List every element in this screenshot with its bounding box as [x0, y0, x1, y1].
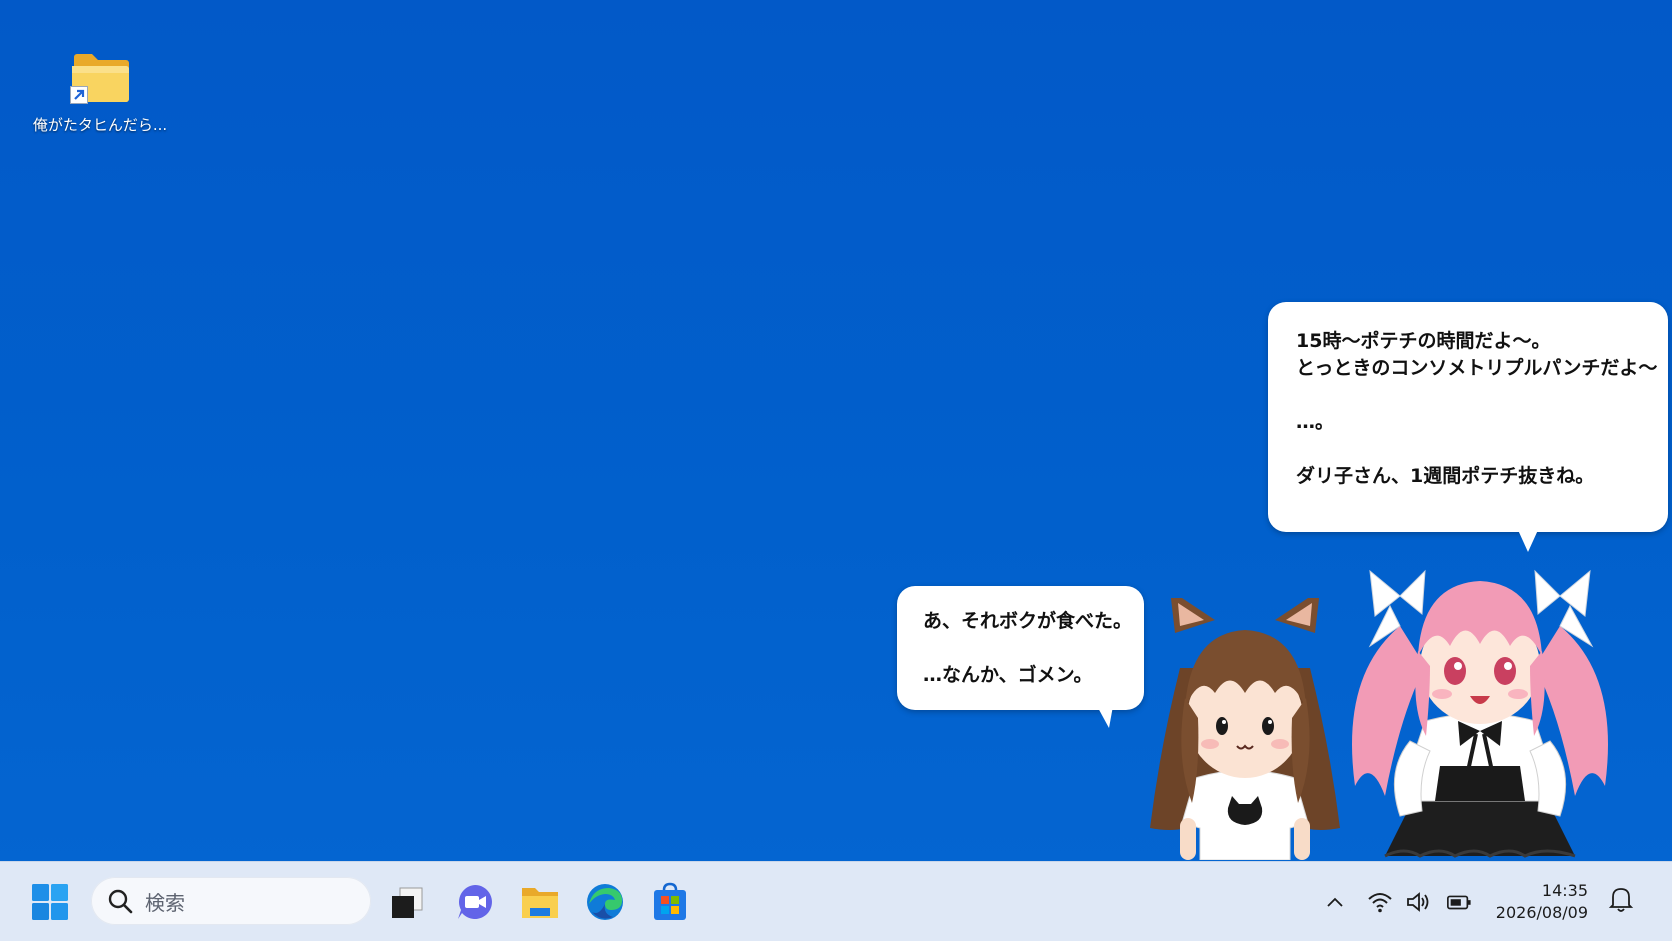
meet-button[interactable]	[455, 882, 495, 922]
search-icon	[108, 889, 133, 914]
edge-browser-button[interactable]	[585, 882, 625, 922]
shortcut-arrow-icon	[70, 86, 88, 104]
desktop-shortcut-folder[interactable]: 俺がたタヒんだら...	[28, 48, 172, 135]
speech-bubble-tail	[1097, 706, 1113, 728]
show-hidden-icons-button[interactable]	[1322, 890, 1348, 914]
cat-ear-girl-character	[1140, 590, 1350, 861]
speech-line: ダリ子さん、1週間ポテチ抜きね。	[1296, 465, 1595, 487]
task-view-button[interactable]	[387, 882, 427, 922]
task-view-icon	[392, 887, 423, 918]
start-icon	[32, 884, 68, 920]
start-button[interactable]	[30, 882, 70, 922]
speech-bubble-pink-girl: 15時〜ポテチの時間だよ〜。 とっときのコンソメトリプルパンチだよ〜 …。 ダリ…	[1268, 302, 1668, 552]
desktop-shortcut-label: 俺がたタヒんだら...	[32, 116, 168, 134]
speech-line	[1296, 382, 1640, 409]
wifi-icon	[1368, 893, 1392, 913]
system-clock[interactable]: 14:35 2026/08/09	[1488, 880, 1588, 924]
battery-icon	[1447, 895, 1471, 910]
speech-line	[1296, 436, 1640, 463]
battery-button[interactable]	[1446, 890, 1472, 914]
clock-time: 14:35	[1541, 881, 1588, 900]
speech-line: 15時〜ポテチの時間だよ〜。	[1296, 330, 1551, 352]
speech-bubble-cat-girl: あ、それボクが食べた。 …なんか、ゴメン。	[897, 586, 1144, 728]
chevron-up-icon	[1327, 897, 1343, 907]
pink-twintail-girl-character	[1330, 556, 1630, 860]
notifications-button[interactable]	[1608, 887, 1634, 912]
folder-icon	[70, 48, 130, 104]
volume-button[interactable]	[1406, 890, 1432, 914]
file-explorer-icon	[522, 888, 558, 918]
edge-icon	[587, 884, 623, 920]
speech-line: とっときのコンソメトリプルパンチだよ〜	[1296, 357, 1658, 379]
store-icon	[654, 882, 686, 920]
speech-bubble-tail	[1518, 530, 1538, 552]
search-placeholder: 検索	[145, 890, 185, 915]
speech-line: あ、それボクが食べた。	[923, 610, 1133, 632]
network-button[interactable]	[1367, 890, 1393, 914]
speech-line	[923, 635, 1118, 662]
volume-icon	[1407, 892, 1429, 912]
taskbar: 検索 14:35 2026/08/09	[0, 861, 1672, 941]
taskbar-search-box[interactable]: 検索	[91, 877, 371, 925]
desktop[interactable]: 俺がたタヒんだら... 15時〜ポテチの時間だよ〜。 とっときのコンソメトリプル…	[0, 0, 1672, 941]
speech-line: …。	[1296, 411, 1335, 433]
meet-icon	[458, 885, 492, 919]
file-explorer-button[interactable]	[520, 882, 560, 922]
bell-icon	[1608, 888, 1634, 912]
microsoft-store-button[interactable]	[650, 882, 690, 922]
clock-date: 2026/08/09	[1495, 903, 1588, 922]
speech-line: …なんか、ゴメン。	[923, 664, 1093, 686]
